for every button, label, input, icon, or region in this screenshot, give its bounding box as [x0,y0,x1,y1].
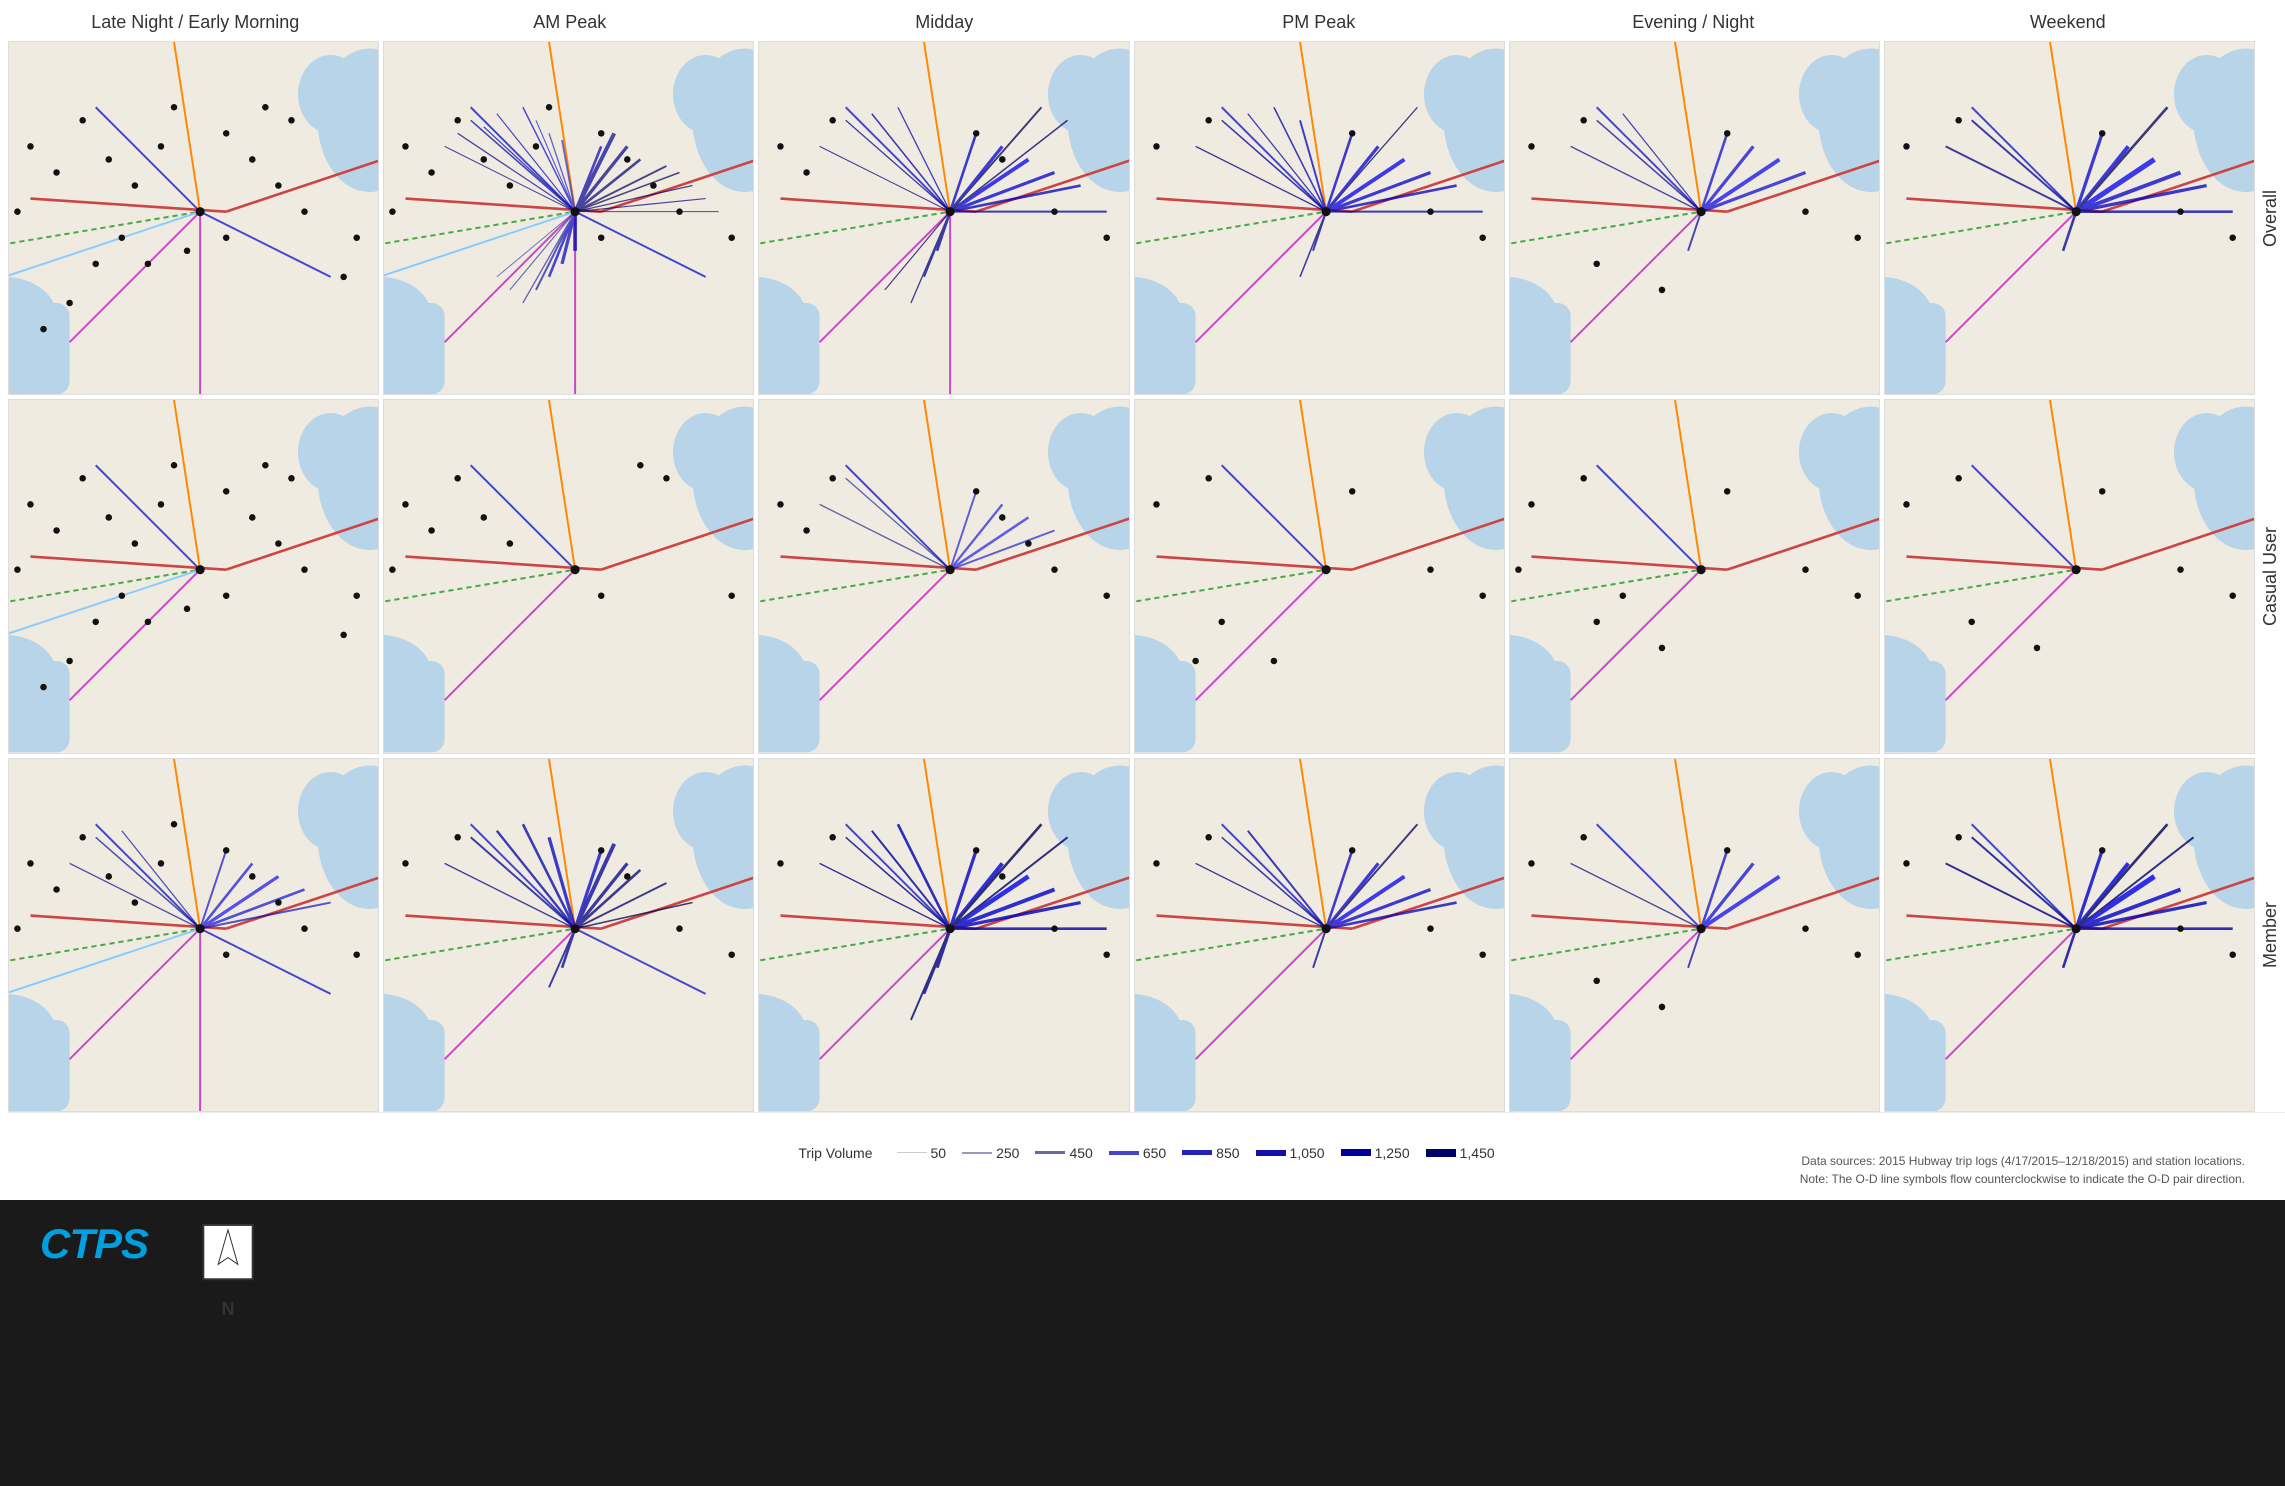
north-arrow-symbol [198,1220,258,1299]
map-cell-2-5 [1884,758,2255,1112]
row-label-cell-2: Member [2255,758,2285,1112]
legend-value-7: 1,450 [1460,1145,1495,1161]
attribution-line2: Note: The O-D line symbols flow counterc… [1800,1170,2245,1188]
legend-value-2: 450 [1069,1145,1092,1161]
legend-line-7 [1426,1149,1456,1157]
main-container: Late Night / Early Morning AM Peak Midda… [0,0,2285,1200]
legend-line-6 [1341,1149,1371,1156]
col-header-3: PM Peak [1132,8,1507,37]
map-cell-0-1 [383,41,754,395]
map-cell-0-4 [1509,41,1880,395]
legend-item-1: 250 [962,1145,1019,1161]
row-label-0: Overall [2260,190,2281,247]
grid-area: Late Night / Early Morning AM Peak Midda… [0,0,2285,1200]
north-label: N [222,1299,235,1320]
map-cell-1-5 [1884,399,2255,753]
legend-item-5: 1,050 [1256,1145,1325,1161]
bottom-bar: CTPS N [0,1200,2285,1486]
col-header-0: Late Night / Early Morning [8,8,383,37]
legend-line-3 [1109,1151,1139,1155]
map-cell-1-3 [1134,399,1505,753]
map-cell-0-2 [758,41,1129,395]
map-cell-1-2 [758,399,1129,753]
map-cell-2-1 [383,758,754,1112]
north-arrow: N [188,1220,268,1320]
legend-row: Trip Volume 50 250 450 650 [798,1145,1494,1161]
row-label-2: Member [2260,902,2281,968]
legend-item-6: 1,250 [1341,1145,1410,1161]
col-header-4: Evening / Night [1506,8,1881,37]
row-label-1: Casual User [2260,527,2281,626]
grid-row-2 [8,758,2255,1112]
grid-row-0 [8,41,2255,395]
legend-item-0: 50 [897,1145,947,1161]
map-cell-2-0 [8,758,379,1112]
map-cell-0-5 [1884,41,2255,395]
legend-value-4: 850 [1216,1145,1239,1161]
map-cell-1-4 [1509,399,1880,753]
legend-line-5 [1256,1150,1286,1156]
map-cell-2-3 [1134,758,1505,1112]
rows-and-labels: Overall Casual User Member [8,41,2285,1112]
map-cell-2-4 [1509,758,1880,1112]
legend-line-2 [1035,1151,1065,1154]
legend-line-0 [897,1152,927,1153]
logo: CTPS [40,1220,148,1268]
attribution-line1: Data sources: 2015 Hubway trip logs (4/1… [1800,1152,2245,1170]
legend-line-4 [1182,1150,1212,1155]
rows-inner [8,41,2255,1112]
legend-item-7: 1,450 [1426,1145,1495,1161]
attribution: Data sources: 2015 Hubway trip logs (4/1… [1800,1152,2245,1188]
map-cell-0-3 [1134,41,1505,395]
legend-value-3: 650 [1143,1145,1166,1161]
legend-item-4: 850 [1182,1145,1239,1161]
row-label-cell-1: Casual User [2255,399,2285,753]
legend-value-5: 1,050 [1290,1145,1325,1161]
col-header-2: Midday [757,8,1132,37]
legend-value-0: 50 [931,1145,947,1161]
map-cell-1-0 [8,399,379,753]
legend-item-2: 450 [1035,1145,1092,1161]
map-cell-0-0 [8,41,379,395]
legend-value-6: 1,250 [1375,1145,1410,1161]
legend-title: Trip Volume [798,1145,872,1161]
grid-row-1 [8,399,2255,753]
map-cell-2-2 [758,758,1129,1112]
col-header-1: AM Peak [383,8,758,37]
row-label-cell-0: Overall [2255,41,2285,395]
legend-line-1 [962,1152,992,1154]
row-labels: Overall Casual User Member [2255,41,2285,1112]
legend-value-1: 250 [996,1145,1019,1161]
col-header-5: Weekend [1881,8,2256,37]
map-cell-1-1 [383,399,754,753]
column-headers: Late Night / Early Morning AM Peak Midda… [8,8,2285,37]
legend-item-3: 650 [1109,1145,1166,1161]
